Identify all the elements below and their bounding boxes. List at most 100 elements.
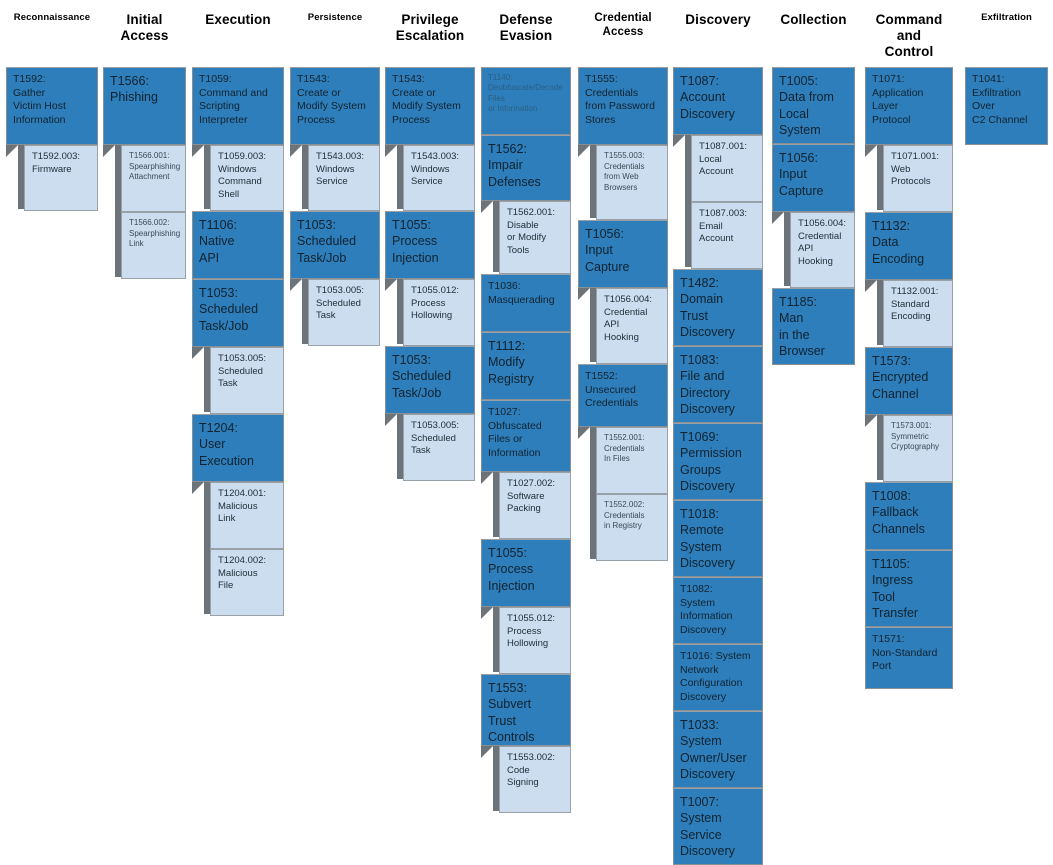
technique-cell[interactable]: T1204: User Execution <box>192 414 284 482</box>
technique-group: T1140: Deobfuscate/Decode Files or Infor… <box>481 67 571 135</box>
technique-cell[interactable]: T1007: System Service Discovery <box>673 788 763 865</box>
technique-cell[interactable]: T1112: Modify Registry <box>481 332 571 400</box>
technique-group: T1036: Masquerading <box>481 274 571 332</box>
subtechnique-group: T1027.002: Software Packing <box>481 472 577 539</box>
tactic-column-defense-evasion: T1140: Deobfuscate/Decode Files or Infor… <box>481 67 571 813</box>
technique-cell[interactable]: T1033: System Owner/User Discovery <box>673 711 763 788</box>
technique-group: T1185: Man in the Browser <box>772 288 855 365</box>
subtechnique-cell[interactable]: T1204.001: Malicious Link <box>210 482 284 549</box>
tactic-header-credential-access: Credential Access <box>594 12 652 38</box>
subtechnique-cell[interactable]: T1566.002: Spearphishing Link <box>121 212 186 279</box>
subtechnique-cell[interactable]: T1056.004: Credential API Hooking <box>596 288 668 364</box>
subtechnique-cell[interactable]: T1053.005: Scheduled Task <box>403 414 475 481</box>
technique-group: T1053: Scheduled Task/Job T1053.005: Sche… <box>385 346 475 481</box>
technique-cell[interactable]: T1053: Scheduled Task/Job <box>192 279 284 347</box>
technique-group: T1016: System Network Configuration Disc… <box>673 644 763 711</box>
technique-cell[interactable]: T1132: Data Encoding <box>865 212 953 280</box>
technique-cell[interactable]: T1571: Non-Standard Port <box>865 627 953 689</box>
technique-cell[interactable]: T1566: Phishing <box>103 67 186 145</box>
subtechnique-cell[interactable]: T1087.001: Local Account <box>691 135 763 202</box>
technique-cell[interactable]: T1592: Gather Victim Host Information <box>6 67 98 145</box>
subtechnique-cell[interactable]: T1053.005: Scheduled Task <box>210 347 284 414</box>
subtechnique-cell[interactable]: T1055.012: Process Hollowing <box>499 607 571 674</box>
subtechnique-cell[interactable]: T1543.003: Windows Service <box>308 145 380 211</box>
technique-group: T1543: Create or Modify System Process T1… <box>385 67 475 211</box>
subtechnique-cell[interactable]: T1059.003: Windows Command Shell <box>210 145 284 211</box>
technique-group: T1056: Input Capture T1056.004: Credentia… <box>772 144 855 288</box>
technique-cell[interactable]: T1005: Data from Local System <box>772 67 855 144</box>
subtechnique-cell[interactable]: T1566.001: Spearphishing Attachment <box>121 145 186 212</box>
technique-cell[interactable]: T1185: Man in the Browser <box>772 288 855 365</box>
subtechnique-group: T1573.001: Symmetric Cryptography <box>865 415 959 482</box>
subtechnique-cell[interactable]: T1087.003: Email Account <box>691 202 763 269</box>
technique-group: T1573: Encrypted Channel T1573.001: Symme… <box>865 347 953 482</box>
subtechnique-cell[interactable]: T1027.002: Software Packing <box>499 472 571 539</box>
technique-cell[interactable]: T1018: Remote System Discovery <box>673 500 763 577</box>
technique-cell[interactable]: T1543: Create or Modify System Process <box>290 67 380 145</box>
attack-matrix: Reconnaissance T1592: Gather Victim Host … <box>0 0 1053 865</box>
subtechnique-cell[interactable]: T1552.001: Credentials In Files <box>596 427 668 494</box>
tactic-column-persistence: T1543: Create or Modify System Process T1… <box>290 67 380 346</box>
subtechnique-cell[interactable]: T1543.003: Windows Service <box>403 145 475 211</box>
subtechnique-cell[interactable]: T1053.005: Scheduled Task <box>308 279 380 346</box>
technique-group: T1056: Input Capture T1056.004: Credentia… <box>578 220 668 364</box>
technique-group: T1543: Create or Modify System Process T1… <box>290 67 380 211</box>
subtechnique-group: T1592.003: Firmware <box>6 145 104 211</box>
subtechnique-cell[interactable]: T1592.003: Firmware <box>24 145 98 211</box>
subtechnique-cell[interactable]: T1204.002: Malicious File <box>210 549 284 616</box>
technique-group: T1059: Command and Scripting Interpreter… <box>192 67 284 211</box>
technique-cell[interactable]: T1482: Domain Trust Discovery <box>673 269 763 346</box>
technique-cell[interactable]: T1105: Ingress Tool Transfer <box>865 550 953 627</box>
technique-group: T1571: Non-Standard Port <box>865 627 953 689</box>
technique-cell[interactable]: T1056: Input Capture <box>578 220 668 288</box>
technique-cell[interactable]: T1027: Obfuscated Files or Information <box>481 400 571 472</box>
technique-cell[interactable]: T1083: File and Directory Discovery <box>673 346 763 423</box>
subtechnique-cell[interactable]: T1555.003: Credentials from Web Browsers <box>596 145 668 220</box>
subtechnique-cell[interactable]: T1553.002: Code Signing <box>499 746 571 813</box>
technique-group: T1071: Application Layer Protocol T1071.0… <box>865 67 953 212</box>
subtechnique-group: T1056.004: Credential API Hooking <box>772 212 861 288</box>
technique-cell[interactable]: T1082: System Information Discovery <box>673 577 763 644</box>
subtechnique-group: T1087.001: Local Account T1087.003: Email… <box>673 135 769 269</box>
subtechnique-cell[interactable]: T1552.002: Credentials in Registry <box>596 494 668 561</box>
technique-cell[interactable]: T1573: Encrypted Channel <box>865 347 953 415</box>
technique-cell[interactable]: T1552: Unsecured Credentials <box>578 364 668 427</box>
technique-cell[interactable]: T1056: Input Capture <box>772 144 855 212</box>
technique-cell[interactable]: T1008: Fallback Channels <box>865 482 953 550</box>
tactic-column-privilege-escalation: T1543: Create or Modify System Process T1… <box>385 67 475 481</box>
technique-cell[interactable]: T1016: System Network Configuration Disc… <box>673 644 763 711</box>
technique-group: T1041: Exfiltration Over C2 Channel <box>965 67 1048 145</box>
subtechnique-cell[interactable]: T1573.001: Symmetric Cryptography <box>883 415 953 482</box>
technique-cell[interactable]: T1036: Masquerading <box>481 274 571 332</box>
technique-cell[interactable]: T1543: Create or Modify System Process <box>385 67 475 145</box>
technique-cell[interactable]: T1087: Account Discovery <box>673 67 763 135</box>
technique-cell[interactable]: T1055: Process Injection <box>481 539 571 607</box>
subtechnique-group: T1053.005: Scheduled Task <box>290 279 386 346</box>
technique-group: T1082: System Information Discovery <box>673 577 763 644</box>
technique-cell[interactable]: T1041: Exfiltration Over C2 Channel <box>965 67 1048 145</box>
subtechnique-group: T1204.001: Malicious Link T1204.002: Mali… <box>192 482 290 616</box>
technique-group: T1482: Domain Trust Discovery <box>673 269 763 346</box>
technique-cell[interactable]: T1562: Impair Defenses <box>481 135 571 201</box>
technique-group: T1555: Credentials from Password Stores T… <box>578 67 668 220</box>
technique-group: T1055: Process Injection T1055.012: Proce… <box>385 211 475 346</box>
subtechnique-cell[interactable]: T1071.001: Web Protocols <box>883 145 953 212</box>
technique-cell[interactable]: T1553: Subvert Trust Controls <box>481 674 571 746</box>
tactic-column-collection: T1005: Data from Local System T1056: Inpu… <box>772 67 855 365</box>
technique-cell[interactable]: T1071: Application Layer Protocol <box>865 67 953 145</box>
technique-cell[interactable]: T1140: Deobfuscate/Decode Files or Infor… <box>481 67 571 135</box>
technique-cell[interactable]: T1055: Process Injection <box>385 211 475 279</box>
subtechnique-cell[interactable]: T1562.001: Disable or Modify Tools <box>499 201 571 274</box>
technique-cell[interactable]: T1053: Scheduled Task/Job <box>385 346 475 414</box>
subtechnique-cell[interactable]: T1132.001: Standard Encoding <box>883 280 953 347</box>
technique-cell[interactable]: T1106: Native API <box>192 211 284 279</box>
technique-cell[interactable]: T1555: Credentials from Password Stores <box>578 67 668 145</box>
technique-cell[interactable]: T1053: Scheduled Task/Job <box>290 211 380 279</box>
subtechnique-cell[interactable]: T1055.012: Process Hollowing <box>403 279 475 346</box>
technique-group: T1005: Data from Local System <box>772 67 855 144</box>
technique-cell[interactable]: T1069: Permission Groups Discovery <box>673 423 763 500</box>
technique-group: T1552: Unsecured Credentials T1552.001: C… <box>578 364 668 561</box>
technique-group: T1087: Account Discovery T1087.001: Local… <box>673 67 763 269</box>
subtechnique-cell[interactable]: T1056.004: Credential API Hooking <box>790 212 855 288</box>
technique-cell[interactable]: T1059: Command and Scripting Interpreter <box>192 67 284 145</box>
